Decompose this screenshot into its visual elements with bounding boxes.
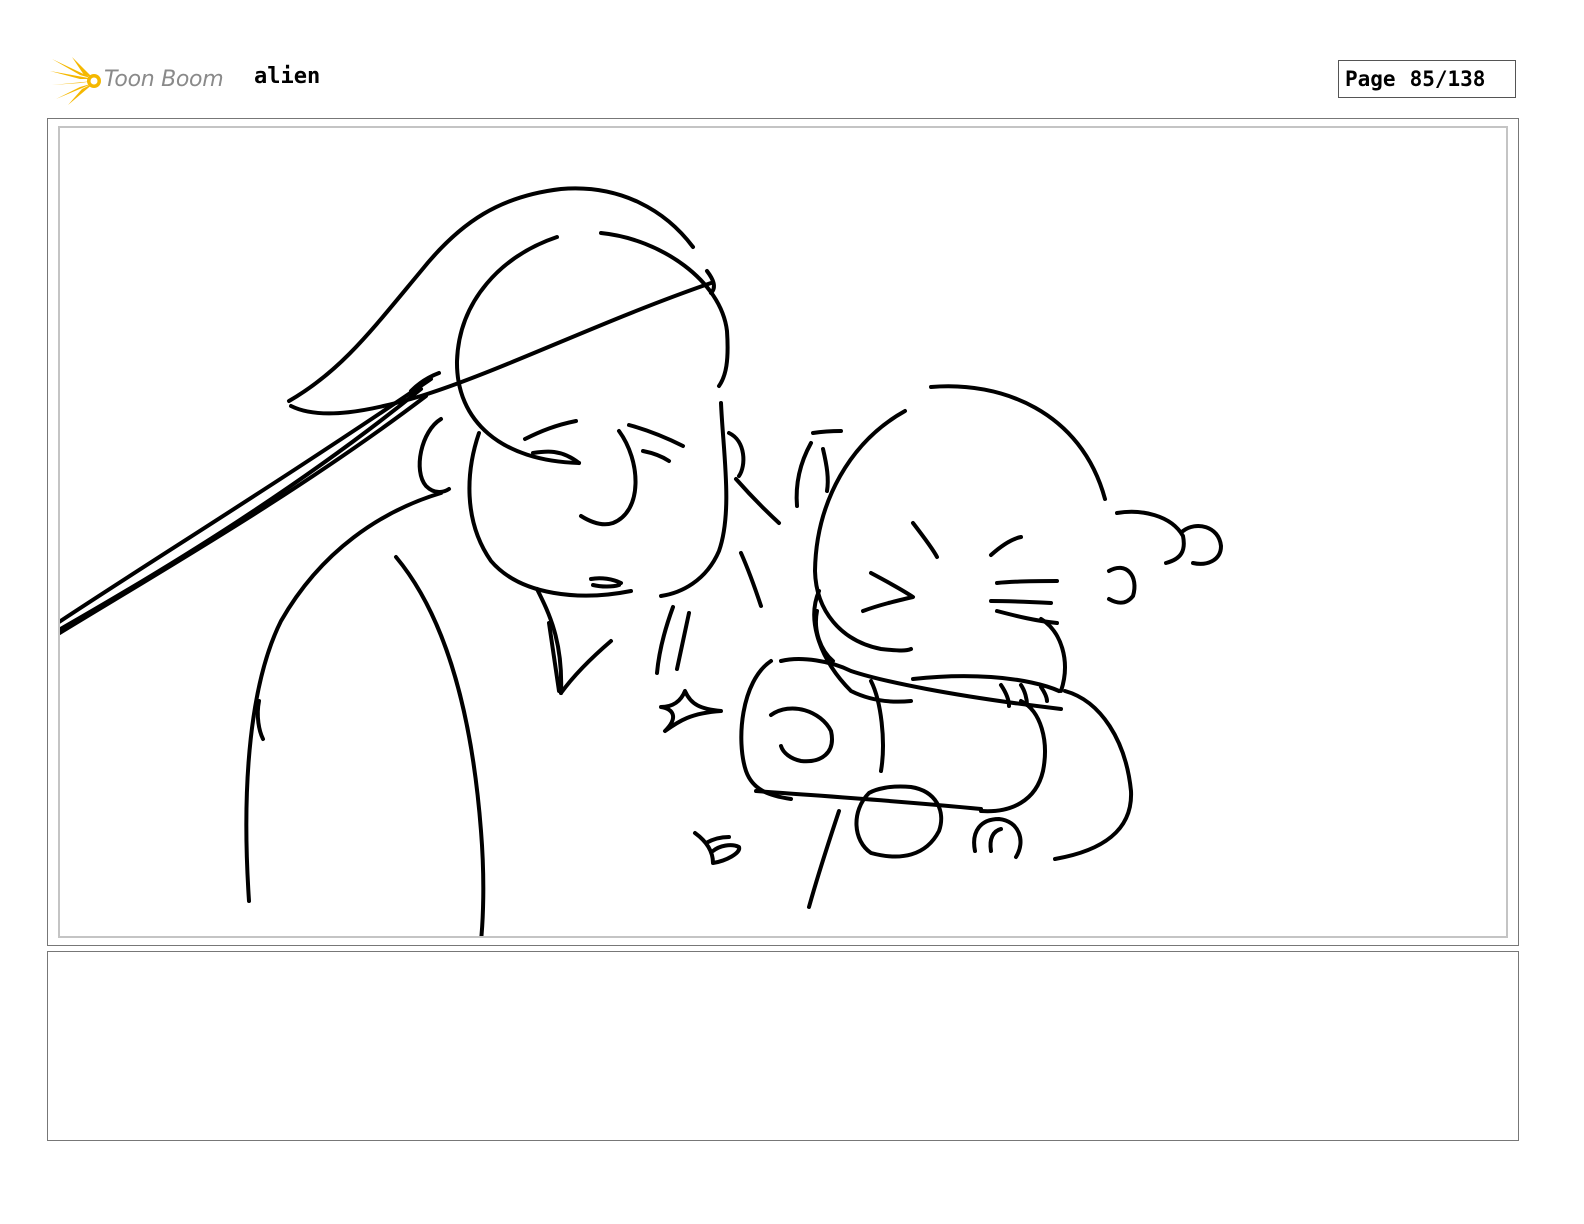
storyboard-panel-image <box>58 126 1508 938</box>
sketch-drawing <box>60 186 1223 936</box>
page-indicator: Page 85/138 <box>1338 60 1516 98</box>
storyboard-panel-frame <box>47 118 1519 946</box>
toon-boom-logo: Toon Boom <box>50 55 240 107</box>
project-title: alien <box>254 64 321 89</box>
logo-text: Toon Boom <box>104 67 224 92</box>
panel-notes-box <box>47 951 1519 1141</box>
page-label: Page <box>1345 67 1396 91</box>
starburst-icon <box>50 57 101 105</box>
page-number: 85/138 <box>1409 67 1486 91</box>
